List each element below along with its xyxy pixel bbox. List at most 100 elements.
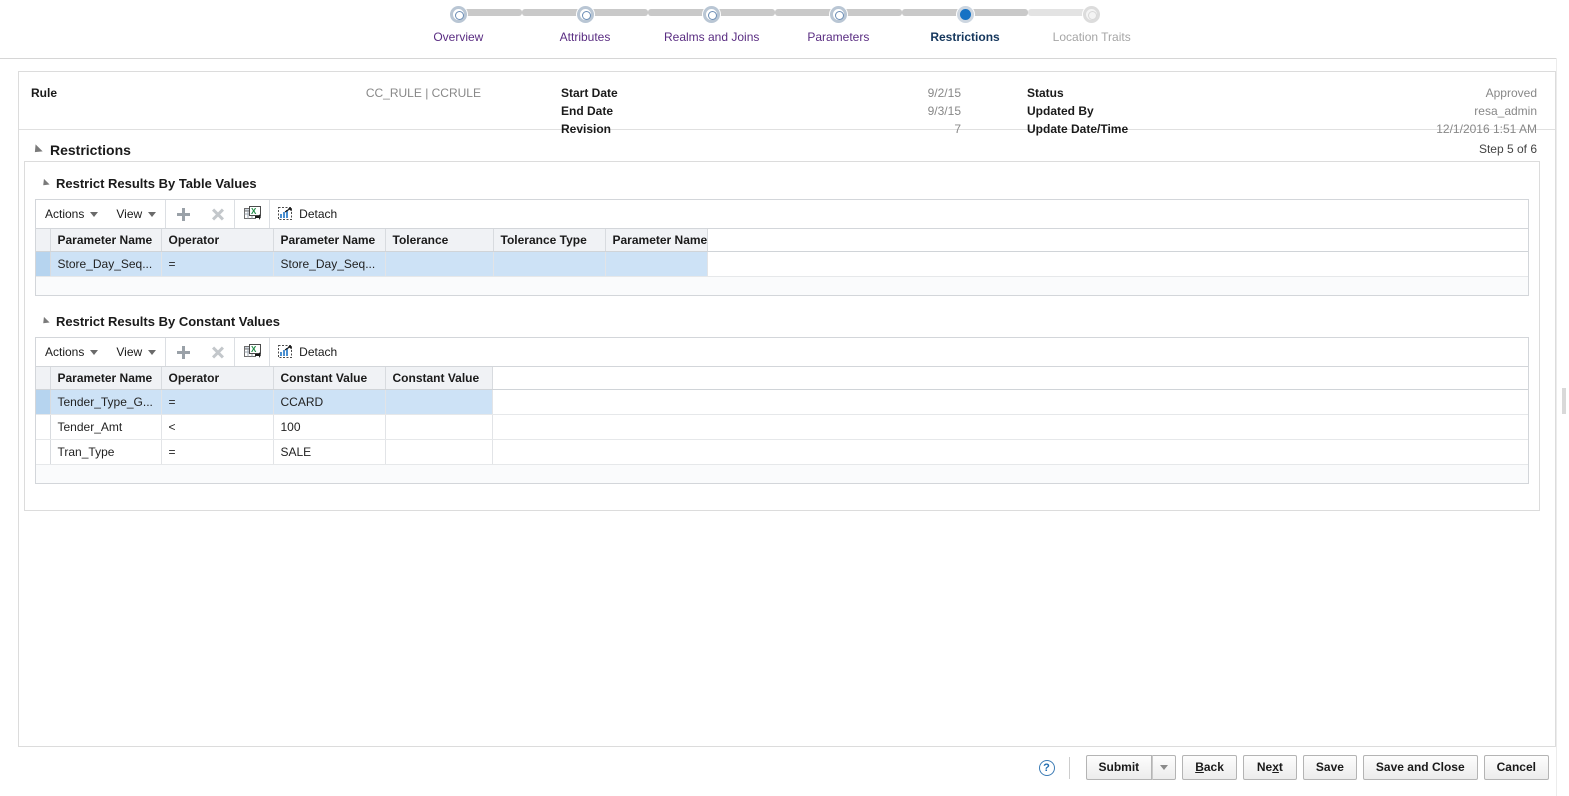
table-cell[interactable] [605, 251, 708, 277]
table-cell[interactable] [385, 414, 493, 440]
table-cell[interactable]: CCARD [273, 389, 386, 415]
train-connector-right [585, 9, 649, 16]
table-cell[interactable]: < [161, 414, 274, 440]
collapse-triangle-icon[interactable] [40, 179, 50, 189]
column-header[interactable]: Parameter Name [605, 229, 708, 252]
step-indicator: Step 5 of 6 [1478, 142, 1537, 156]
next-button[interactable]: Next [1242, 755, 1297, 780]
column-header[interactable]: Tolerance Type [493, 229, 606, 252]
train-step-label: Overview [433, 30, 484, 44]
table-values-header: Restrict Results By Table Values [35, 170, 1529, 196]
train-step-location-traits[interactable]: Location Traits [1028, 0, 1155, 44]
train-step-dot-icon [956, 6, 974, 23]
actions-menu-label: Actions [45, 345, 85, 359]
page-scrollbar[interactable] [1556, 58, 1569, 796]
table-cell[interactable] [385, 389, 493, 415]
table-cell[interactable] [385, 439, 493, 465]
end-date-value: 9/3/15 [927, 104, 961, 118]
filler-column-header [707, 229, 1528, 252]
help-question-icon[interactable]: ? [1038, 759, 1055, 776]
table-cell[interactable]: 100 [273, 414, 386, 440]
row-select-cell[interactable] [36, 414, 51, 440]
detach-label: Detach [299, 207, 338, 221]
save-and-close-button[interactable]: Save and Close [1362, 755, 1478, 780]
table-row[interactable]: Tender_Amt <100 [36, 414, 1528, 440]
train-step-attributes[interactable]: Attributes [521, 0, 649, 44]
table-cell[interactable]: Tran_Type [50, 439, 162, 465]
column-header[interactable]: Operator [161, 367, 274, 390]
column-header[interactable]: Tolerance [385, 229, 494, 252]
add-row-button[interactable] [166, 338, 200, 366]
view-menu[interactable]: View [107, 338, 165, 366]
start-date-label: Start Date [561, 86, 618, 100]
row-select-cell[interactable] [36, 439, 51, 465]
collapse-triangle-icon[interactable] [40, 317, 50, 327]
train-step-dot-icon [703, 6, 721, 23]
table-cell[interactable]: = [161, 439, 274, 465]
page-scrollbar-thumb[interactable] [1562, 388, 1566, 414]
delete-row-button[interactable] [200, 338, 234, 366]
table-cell[interactable]: Tender_Type_G... [50, 389, 162, 415]
train-step-restrictions[interactable]: Restrictions [901, 0, 1029, 44]
table-header-row: Parameter Name Operator Constant Value Cons… [36, 367, 1528, 390]
table-row[interactable]: Tran_Type = SALE [36, 439, 1528, 465]
delete-x-icon [211, 346, 224, 359]
chevron-down-icon [90, 350, 99, 356]
column-header[interactable]: Constant Value [273, 367, 386, 390]
submit-dropdown-button[interactable] [1152, 755, 1177, 780]
table-values-title: Restrict Results By Table Values [56, 175, 257, 191]
detach-button[interactable]: Detach [270, 200, 347, 228]
collapse-triangle-icon[interactable] [31, 144, 43, 156]
constant-values-grid[interactable]: Parameter Name Operator Constant Value Cons… [36, 367, 1528, 465]
summary-row-status: Status Approved [1027, 84, 1537, 102]
train-stepper: Overview Attributes Realms and Joins Parame… [395, 0, 1155, 58]
column-header[interactable]: Operator [161, 229, 274, 252]
table-cell[interactable]: Tender_Amt [50, 414, 162, 440]
train-step-realms-and-joins[interactable]: Realms and Joins [648, 0, 775, 44]
summary-row-rule: Rule CC_RULE | CCRULE [31, 84, 481, 102]
table-row[interactable]: Store_Day_Seq... = Store_Day_Seq... [36, 251, 1528, 277]
summary-column-dates: Start Date 9/2/15 End Date 9/3/15 Revisi… [561, 84, 961, 138]
export-to-excel-icon: X [243, 344, 261, 358]
detach-icon [278, 207, 293, 220]
table-cell[interactable] [385, 251, 494, 277]
filler-cell [492, 389, 1528, 415]
constant-values-grid-pad [36, 465, 1528, 483]
status-value: Approved [1485, 86, 1537, 100]
summary-column-status: Status Approved Updated By resa_admin Up… [1027, 84, 1537, 138]
view-menu[interactable]: View [107, 200, 165, 228]
export-to-excel-button[interactable]: X [235, 200, 269, 228]
table-cell[interactable]: Store_Day_Seq... [50, 251, 162, 277]
actions-menu[interactable]: Actions [36, 200, 107, 228]
table-cell[interactable]: Store_Day_Seq... [273, 251, 386, 277]
filler-cell [492, 414, 1528, 440]
table-cell[interactable]: SALE [273, 439, 386, 465]
train-step-overview[interactable]: Overview [395, 0, 522, 44]
row-select-column-header [36, 229, 51, 252]
train-connector-left [901, 9, 966, 16]
column-header[interactable]: Parameter Name [273, 229, 386, 252]
train-step-label: Restrictions [930, 30, 1000, 44]
cancel-button[interactable]: Cancel [1483, 755, 1549, 780]
column-header[interactable]: Constant Value [385, 367, 493, 390]
export-to-excel-button[interactable]: X [235, 338, 269, 366]
column-header[interactable]: Parameter Name [50, 229, 162, 252]
row-select-cell[interactable] [36, 389, 51, 415]
row-select-cell[interactable] [36, 251, 51, 277]
table-cell[interactable] [493, 251, 606, 277]
submit-button[interactable]: Submit [1085, 755, 1153, 780]
table-row[interactable]: Tender_Type_G... = CCARD [36, 389, 1528, 415]
table-cell[interactable]: = [161, 251, 274, 277]
train-step-parameters[interactable]: Parameters [775, 0, 902, 44]
table-cell[interactable]: = [161, 389, 274, 415]
actions-menu[interactable]: Actions [36, 338, 107, 366]
save-button[interactable]: Save [1302, 755, 1357, 780]
train-connector-right [965, 9, 1029, 16]
delete-row-button[interactable] [200, 200, 234, 228]
column-header[interactable]: Parameter Name [50, 367, 162, 390]
table-values-grid[interactable]: Parameter Name Operator Parameter Name Tole… [36, 229, 1528, 277]
back-button[interactable]: Back [1182, 755, 1237, 780]
detach-button[interactable]: Detach [270, 338, 347, 366]
add-row-button[interactable] [166, 200, 200, 228]
